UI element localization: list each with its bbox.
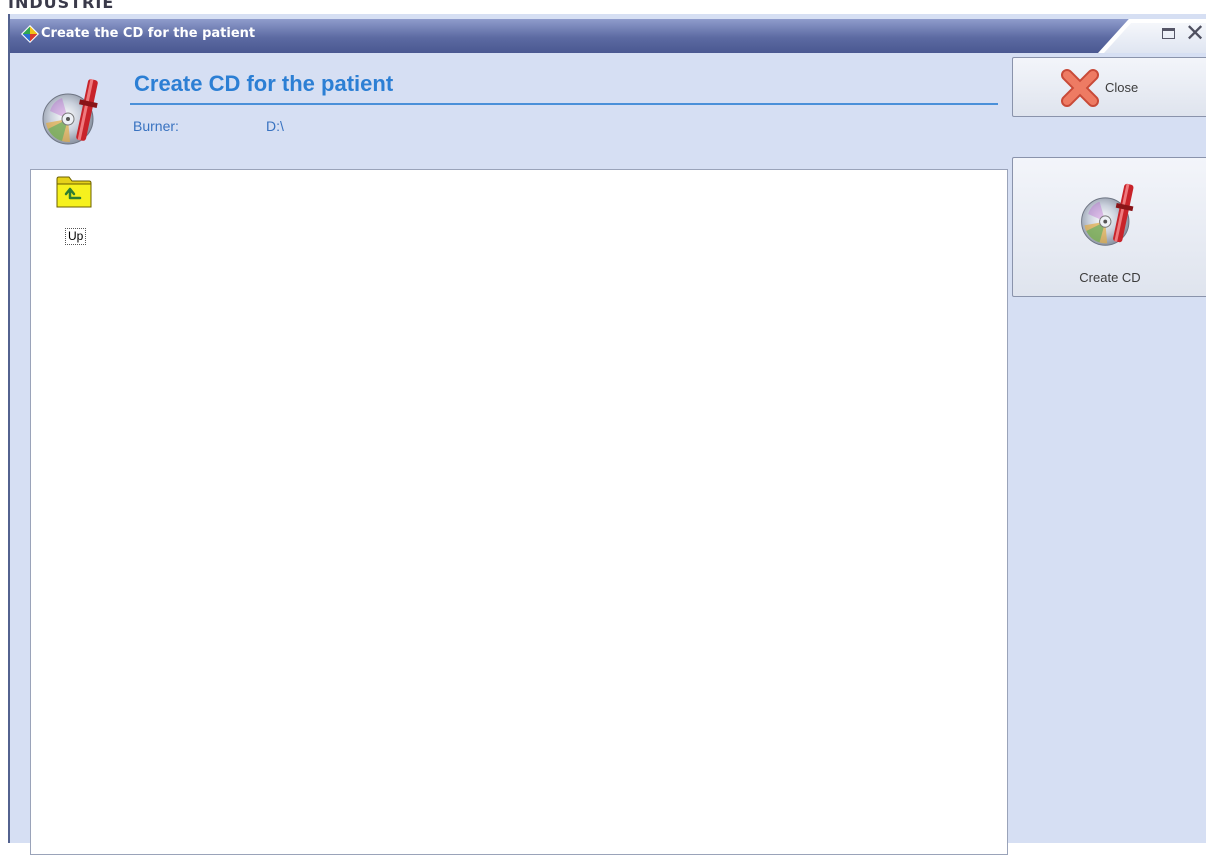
title-bar[interactable]: Create the CD for the patient ✕ [10,19,1206,53]
list-item-up[interactable]: Up [53,176,101,256]
file-list-pane[interactable]: Up [30,169,1008,855]
folder-up-icon [56,176,92,208]
create-cd-button[interactable]: Create CD [1012,157,1206,297]
list-item-label: Up [65,228,87,245]
burner-drive-value: D:\ [266,118,284,134]
cd-burn-icon [1081,183,1134,246]
app-window: Create the CD for the patient ✕ Create C… [8,14,1206,855]
header-panel: Create CD for the patient Burner: D:\ Cl… [10,53,1206,168]
close-cross-icon [1061,69,1099,107]
window-close-button[interactable]: ✕ [1183,21,1206,45]
maximize-button[interactable] [1162,28,1175,39]
app-diamond-icon [21,25,39,43]
create-cd-button-label: Create CD [1079,270,1141,285]
close-button-label: Close [1105,80,1139,95]
burner-label: Burner: [133,118,179,134]
page-title: Create CD for the patient [134,71,394,96]
top-strip: INDUSTRIE [0,0,1206,14]
title-divider [130,103,998,105]
cd-burn-icon [42,79,98,145]
window-title: Create the CD for the patient [41,26,256,41]
background-cut-text: INDUSTRIE [8,0,115,12]
close-button[interactable]: Close [1012,57,1206,117]
